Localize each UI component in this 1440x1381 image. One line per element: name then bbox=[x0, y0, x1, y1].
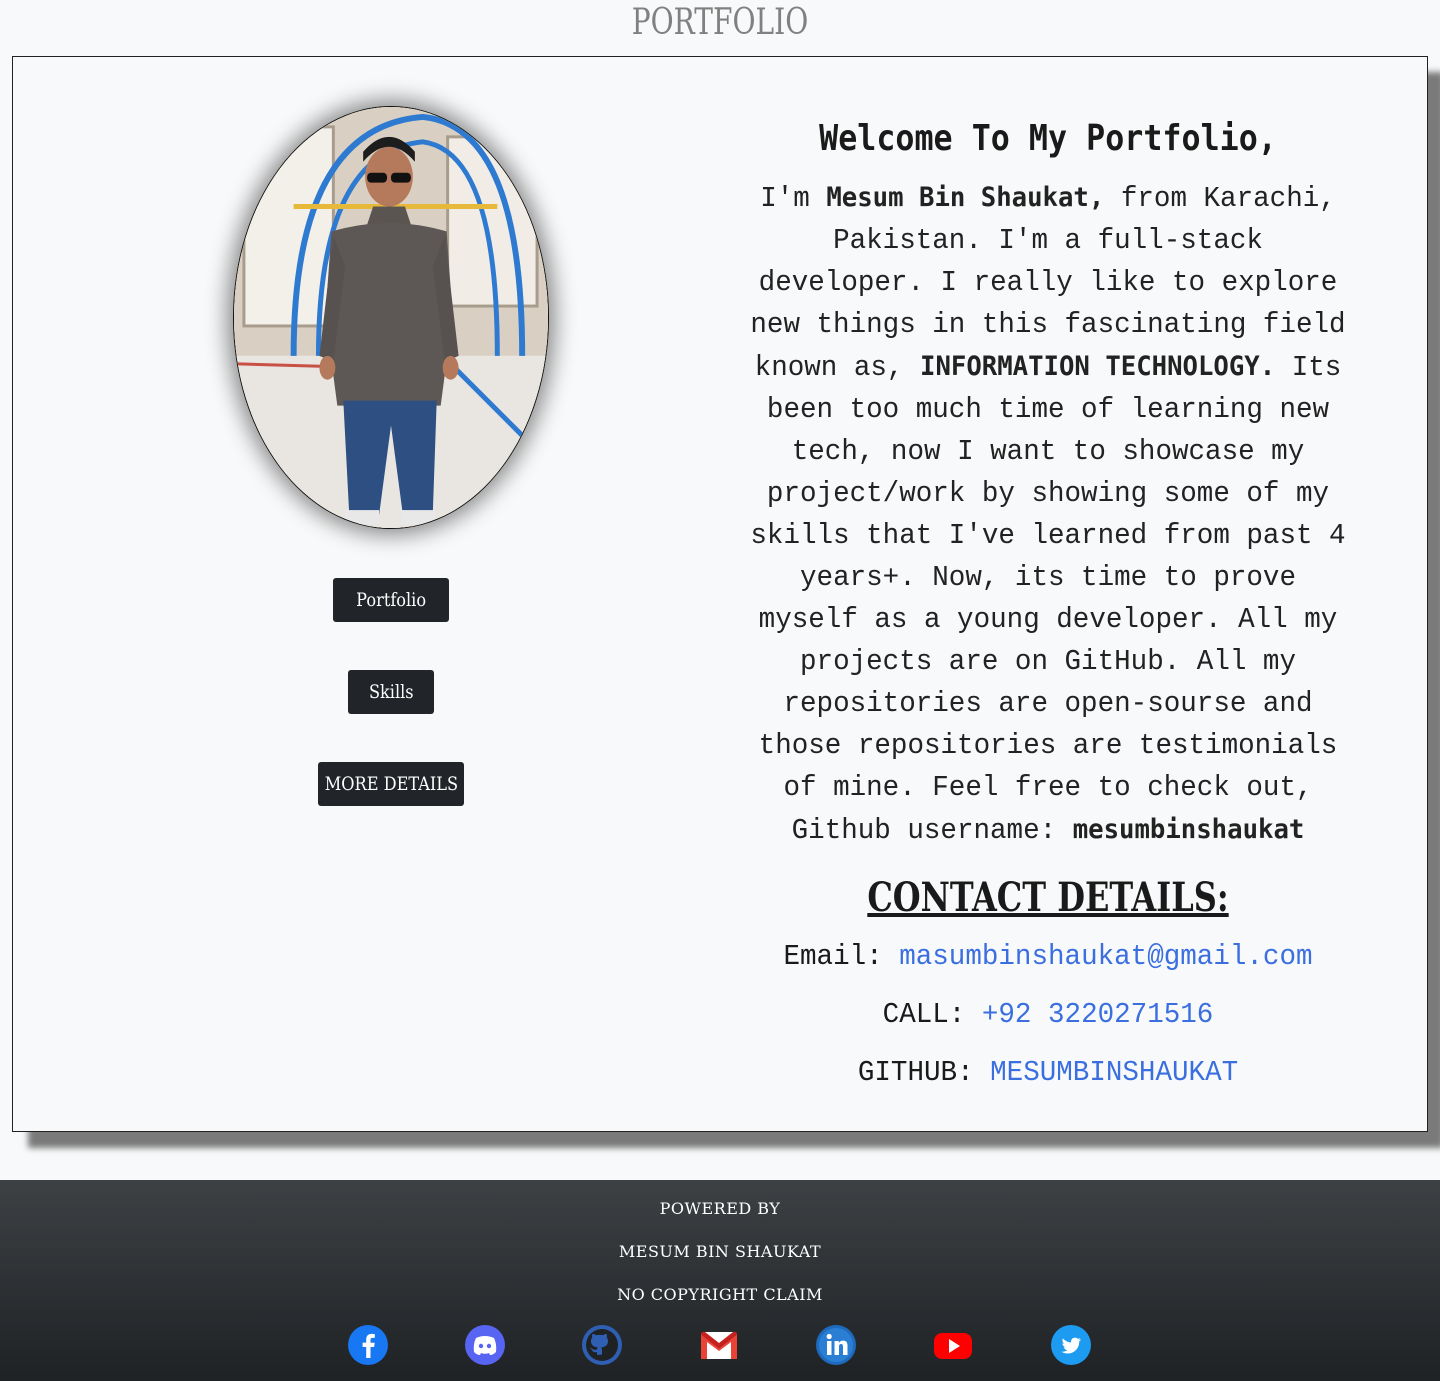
email-label: Email: bbox=[783, 940, 900, 973]
contact-heading: CONTACT DETAILS: bbox=[867, 874, 1229, 921]
intro-text-3: Its been too much time of learning new t… bbox=[750, 351, 1346, 847]
phone-row: CALL: +92 3220271516 bbox=[744, 986, 1352, 1044]
discord-icon[interactable] bbox=[464, 1324, 506, 1366]
github-row: GITHUB: MESUMBINSHAUKAT bbox=[744, 1044, 1352, 1102]
github-icon[interactable] bbox=[581, 1324, 623, 1366]
more-details-button[interactable]: MORE DETAILS bbox=[318, 762, 464, 806]
skills-button[interactable]: Skills bbox=[348, 670, 434, 714]
facebook-icon[interactable] bbox=[347, 1324, 389, 1366]
github-label: GITHUB: bbox=[857, 1056, 991, 1089]
youtube-icon[interactable] bbox=[932, 1324, 974, 1366]
welcome-heading: Welcome To My Portfolio, bbox=[819, 118, 1277, 159]
github-link[interactable]: MESUMBINSHAUKAT bbox=[990, 1056, 1238, 1089]
intro-paragraph: I'm Mesum Bin Shaukat, from Karachi, Pak… bbox=[744, 177, 1352, 852]
profile-photo-image bbox=[234, 107, 548, 528]
site-title: PORTFOLIO bbox=[631, 2, 809, 43]
profile-photo bbox=[233, 106, 549, 529]
intro-username: mesumbinshaukat bbox=[1072, 814, 1305, 845]
intro-field: INFORMATION TECHNOLOGY. bbox=[920, 351, 1276, 382]
email-row: Email: masumbinshaukat@gmail.com bbox=[744, 928, 1352, 986]
twitter-icon[interactable] bbox=[1050, 1324, 1092, 1366]
footer-author: MESUM BIN SHAUKAT bbox=[618, 1242, 822, 1261]
intro-name: Mesum Bin Shaukat, bbox=[826, 182, 1105, 213]
footer: POWERED BY MESUM BIN SHAUKAT NO COPYRIGH… bbox=[0, 1180, 1440, 1381]
about-section: Welcome To My Portfolio, I'm Mesum Bin S… bbox=[728, 109, 1368, 1102]
social-links bbox=[0, 1324, 1440, 1368]
more-details-button-label: MORE DETAILS bbox=[324, 773, 458, 795]
gmail-icon[interactable] bbox=[698, 1324, 740, 1366]
footer-copyright: NO COPYRIGHT CLAIM bbox=[617, 1285, 823, 1304]
portfolio-card: Portfolio Skills MORE DETAILS Welcome To… bbox=[12, 56, 1428, 1132]
portfolio-button[interactable]: Portfolio bbox=[333, 578, 449, 622]
phone-label: CALL: bbox=[882, 998, 982, 1031]
linkedin-icon[interactable] bbox=[815, 1324, 857, 1366]
intro-text-1: I'm bbox=[760, 182, 827, 215]
footer-powered-by: POWERED BY bbox=[659, 1199, 781, 1218]
portfolio-button-label: Portfolio bbox=[356, 589, 426, 611]
phone-link[interactable]: +92 3220271516 bbox=[982, 998, 1213, 1031]
email-link[interactable]: masumbinshaukat@gmail.com bbox=[899, 940, 1312, 973]
skills-button-label: Skills bbox=[368, 681, 414, 703]
